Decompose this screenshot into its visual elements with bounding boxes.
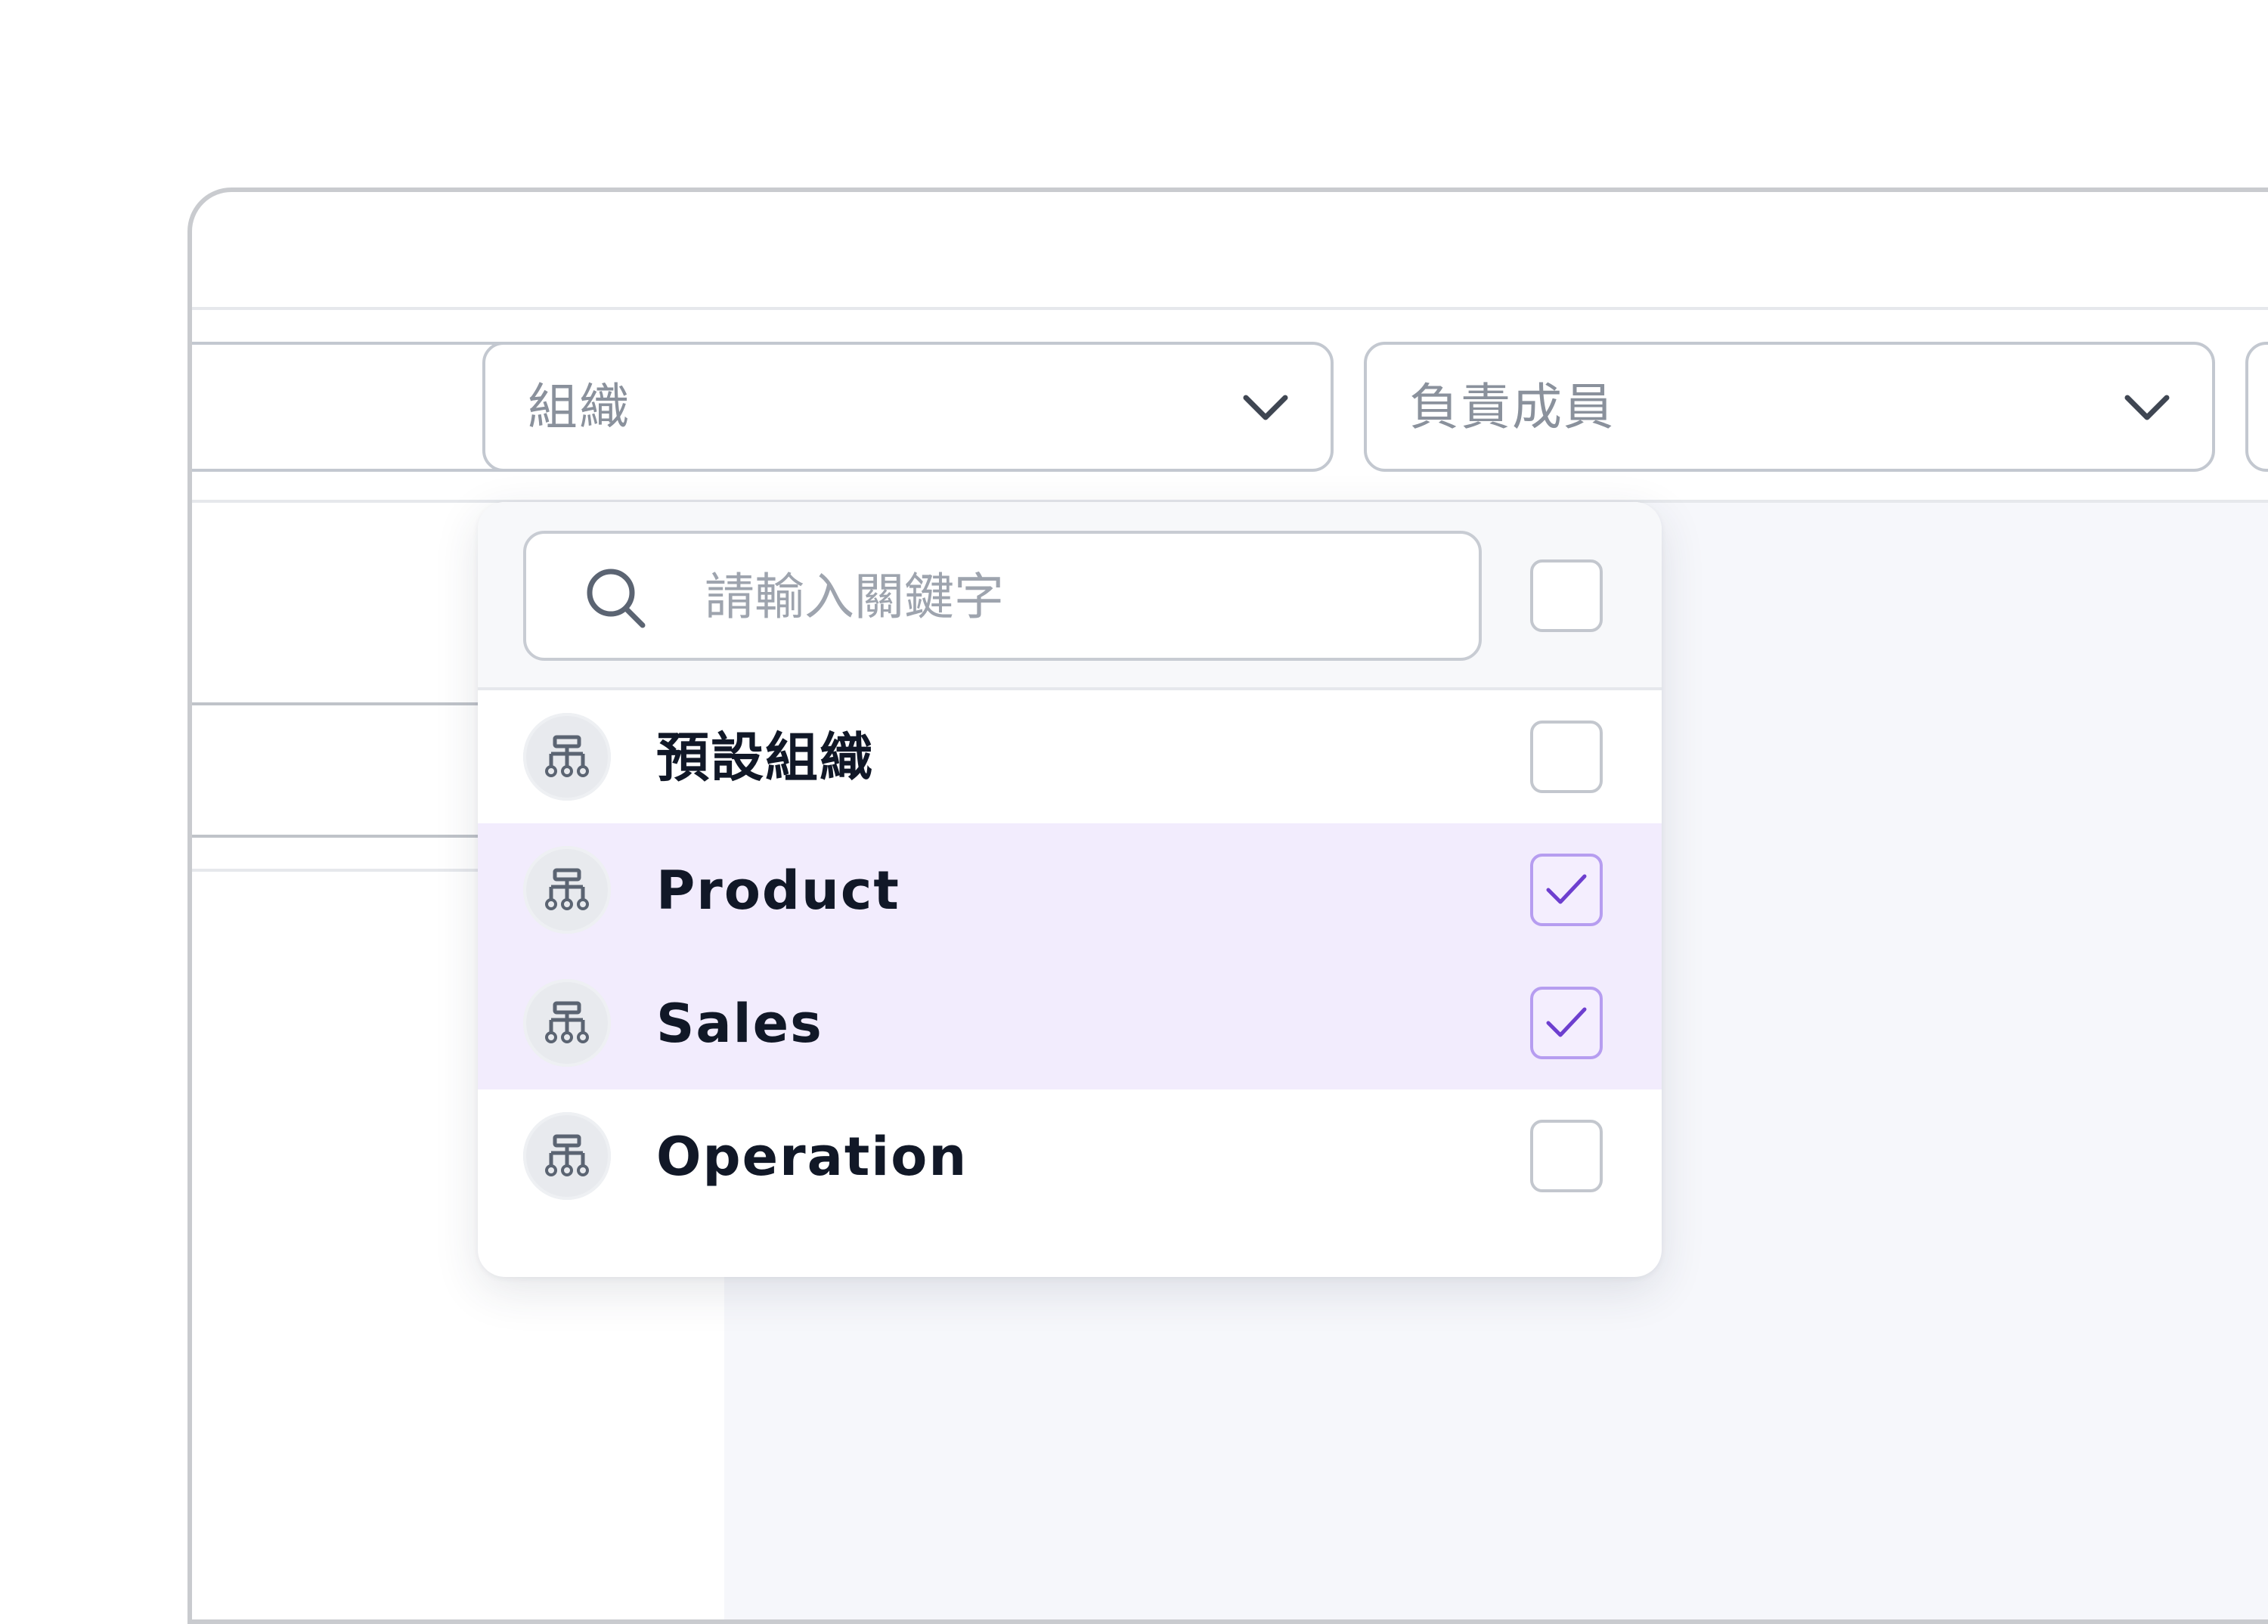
org-chart-icon	[523, 1112, 611, 1200]
checkmark-icon	[1546, 1007, 1587, 1037]
owner-filter-select[interactable]: 負責成員	[1364, 342, 2215, 472]
org-dropdown-panel: 預設組織 Product	[478, 502, 1662, 1277]
owner-filter-label: 負責成員	[1409, 378, 1615, 436]
option-label: Product	[656, 860, 900, 922]
chevron-down-icon	[1243, 395, 1288, 420]
select-all-checkbox[interactable]	[1530, 559, 1603, 632]
org-option-default[interactable]: 預設組織	[478, 690, 1662, 823]
option-label: 預設組織	[656, 727, 874, 789]
org-filter-label: 組織	[528, 378, 631, 436]
option-checkbox[interactable]	[1530, 987, 1603, 1059]
dropdown-search-area	[478, 502, 1662, 690]
row-divider	[192, 835, 502, 838]
option-checkbox[interactable]	[1530, 721, 1603, 793]
org-option-sales[interactable]: Sales	[478, 956, 1662, 1089]
option-checkbox[interactable]	[1530, 1120, 1603, 1192]
search-input[interactable]	[705, 563, 1430, 631]
org-chart-icon	[523, 846, 611, 934]
row-divider	[192, 702, 502, 705]
org-filter-select[interactable]: 組織	[482, 342, 1334, 472]
header-divider	[192, 307, 2268, 310]
option-label: Sales	[656, 993, 823, 1055]
org-option-operation[interactable]: Operation	[478, 1089, 1662, 1223]
chevron-down-icon	[2124, 395, 2170, 420]
option-checkbox[interactable]	[1530, 854, 1603, 926]
checkmark-icon	[1546, 874, 1587, 904]
filter-select-next[interactable]	[2245, 342, 2268, 472]
search-icon	[587, 569, 646, 628]
org-option-product[interactable]: Product	[478, 823, 1662, 956]
row-divider	[192, 869, 502, 872]
org-chart-icon	[523, 713, 611, 801]
option-label: Operation	[656, 1126, 968, 1188]
search-box[interactable]	[523, 531, 1482, 661]
org-chart-icon	[523, 979, 611, 1067]
